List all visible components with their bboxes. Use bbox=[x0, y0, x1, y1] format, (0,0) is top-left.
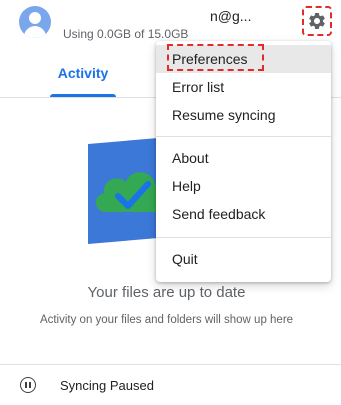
menu-item-preferences[interactable]: Preferences bbox=[156, 45, 331, 73]
menu-item-quit[interactable]: Quit bbox=[156, 245, 331, 273]
avatar-body bbox=[24, 26, 46, 38]
gear-icon bbox=[309, 12, 325, 29]
menu-item-about[interactable]: About bbox=[156, 144, 331, 172]
menu-item-send-feedback[interactable]: Send feedback bbox=[156, 200, 331, 228]
settings-menu: Preferences Error list Resume syncing Ab… bbox=[156, 41, 331, 282]
account-email: n@g... bbox=[210, 8, 252, 24]
settings-button[interactable] bbox=[302, 6, 332, 36]
menu-item-help[interactable]: Help bbox=[156, 172, 331, 200]
storage-usage: Using 0.0GB of 15.0GB bbox=[63, 27, 189, 41]
sync-status-row[interactable]: Syncing Paused bbox=[0, 365, 341, 405]
menu-divider bbox=[156, 237, 331, 238]
backup-and-sync-window: n@g... Using 0.0GB of 15.0GB Activity Yo… bbox=[0, 0, 341, 405]
avatar[interactable] bbox=[19, 6, 51, 38]
menu-divider bbox=[156, 136, 331, 137]
menu-item-resume-syncing[interactable]: Resume syncing bbox=[156, 101, 331, 129]
menu-item-error-list[interactable]: Error list bbox=[156, 73, 331, 101]
up-to-date-title: Your files are up to date bbox=[87, 284, 246, 301]
pause-circle-icon bbox=[20, 377, 36, 393]
tab-activity[interactable]: Activity bbox=[50, 60, 116, 97]
activity-hint: Activity on your files and folders will … bbox=[39, 314, 294, 326]
sync-status-label: Syncing Paused bbox=[60, 377, 154, 393]
avatar-head bbox=[29, 12, 41, 24]
